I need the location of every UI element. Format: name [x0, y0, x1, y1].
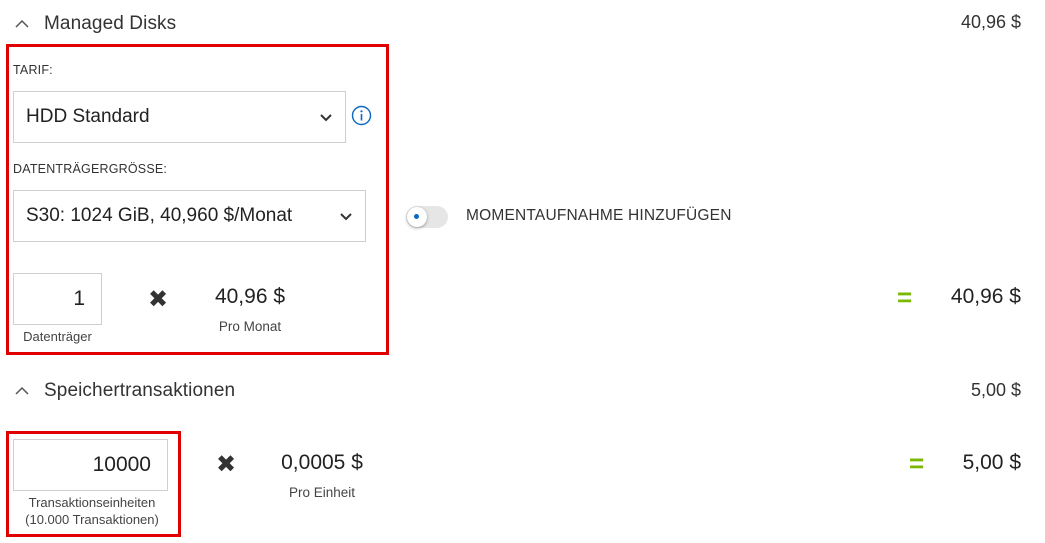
storage-transactions-header[interactable]: Speichertransaktionen	[14, 378, 235, 404]
transactions-line-total: 5,00 $	[962, 451, 1021, 474]
tier-label: TARIF:	[13, 63, 53, 77]
managed-disks-section-total: 40,96 $	[960, 12, 1021, 32]
disk-size-select-value: S30: 1024 GiB, 40,960 $/Monat	[26, 205, 293, 226]
chevron-down-icon	[320, 114, 332, 122]
disk-size-select[interactable]: S30: 1024 GiB, 40,960 $/Monat	[13, 190, 366, 242]
transactions-caption-line2: (10.000 Transaktionen)	[25, 512, 159, 527]
transactions-quantity-caption: Transaktionseinheiten (10.000 Transaktio…	[9, 494, 175, 528]
storage-transactions-section-total: 5,00 $	[970, 380, 1021, 400]
chevron-up-icon	[15, 386, 29, 395]
snapshot-label: MOMENTAUFNAHME HINZUFÜGEN	[466, 207, 732, 224]
transactions-quantity-value: 10000	[92, 453, 151, 476]
chevron-down-icon	[340, 213, 352, 221]
transactions-quantity-input[interactable]: 10000	[13, 439, 168, 491]
disk-size-label: DATENTRÄGERGRÖSSE:	[13, 162, 168, 176]
disk-quantity-caption: Datenträger	[23, 329, 92, 344]
equals-sign: =	[909, 448, 925, 478]
transactions-unit-price: 0,0005 $	[281, 451, 363, 474]
disk-quantity-value: 1	[73, 287, 85, 310]
times-icon: ✖	[216, 451, 237, 478]
chevron-up-icon	[15, 19, 29, 28]
times-icon: ✖	[148, 286, 169, 313]
managed-disks-header[interactable]: Managed Disks	[14, 11, 176, 37]
managed-disks-title: Managed Disks	[44, 13, 177, 34]
snapshot-toggle[interactable]	[406, 206, 448, 228]
disk-unit-price: 40,96 $	[214, 285, 286, 308]
transactions-unit-price-caption: Pro Einheit	[288, 485, 356, 500]
storage-transactions-title: Speichertransaktionen	[44, 380, 236, 401]
disk-unit-price-caption: Pro Monat	[218, 319, 282, 334]
info-icon[interactable]	[351, 105, 372, 126]
tier-select-value: HDD Standard	[26, 106, 150, 127]
snapshot-toggle-dot	[414, 214, 419, 219]
disk-line-total: 40,96 $	[950, 285, 1021, 308]
transactions-caption-line1: Transaktionseinheiten	[28, 495, 156, 510]
tier-select[interactable]: HDD Standard	[13, 91, 346, 143]
disk-quantity-input[interactable]: 1	[13, 273, 102, 325]
